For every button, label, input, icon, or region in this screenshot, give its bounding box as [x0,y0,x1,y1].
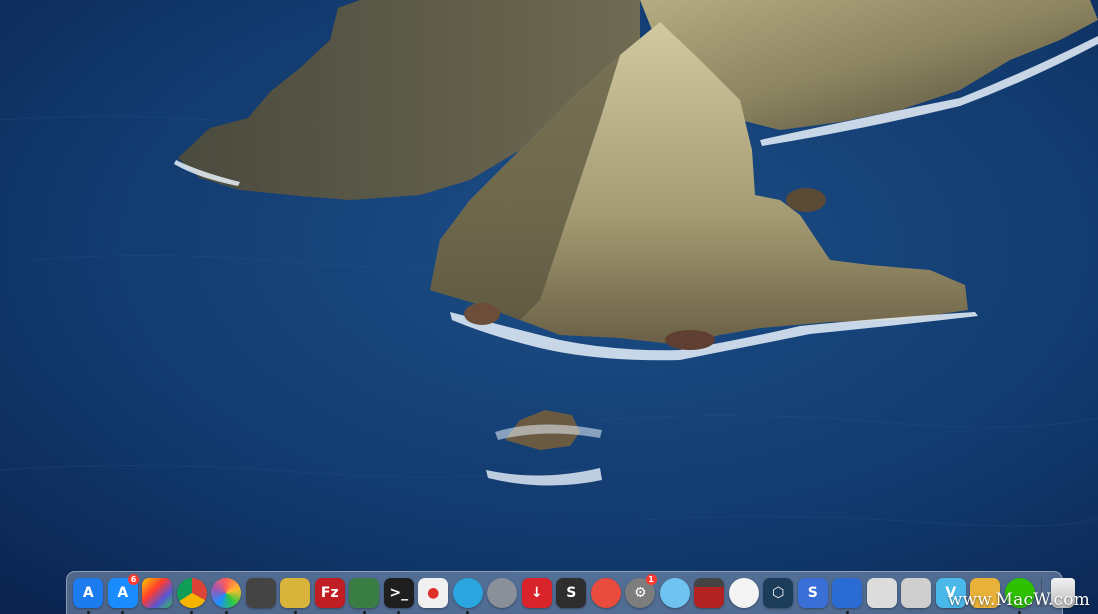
network-icon [901,578,932,608]
dock-item-sequel[interactable]: S [796,573,831,613]
filezilla-icon: Fz [314,578,345,608]
dock-item-glyph: A [117,585,129,601]
rocket-icon [487,578,518,608]
dock-item-screen-recorder[interactable]: ● [416,573,451,613]
dock-item-magnet[interactable] [589,573,624,613]
dock-item-glyph: ↓ [530,585,543,601]
dock-item-final-cut-pro[interactable] [140,573,175,613]
dock-item-photo-booth[interactable] [692,573,727,613]
chrome-icon [176,578,207,608]
window-icon [866,578,897,608]
dock-item-glyph: S [807,585,818,601]
dock-item-glyph: >_ [389,585,409,601]
film-reel-icon [245,578,276,608]
dock-item-hexagon-app[interactable]: ⬡ [761,573,796,613]
dock-item-window-manager[interactable] [865,573,900,613]
search-loop-icon [452,578,483,608]
recorder-icon: ● [418,578,449,608]
display-icon [349,578,380,608]
dock-item-glyph: ⚙ [633,585,647,601]
wallpaper-image [0,0,1098,614]
image-preview-icon [659,578,690,608]
sublime-icon: S [556,578,587,608]
dock-item-terminal[interactable]: >_ [382,573,417,614]
dock-item-parallels[interactable] [347,573,382,614]
xcode-icon: A [73,578,104,608]
dock-item-xcode[interactable]: A [71,573,106,614]
watermark-text: www.MacW.com [947,590,1090,610]
magnet-icon [590,578,621,608]
download-icon: ↓ [521,578,552,608]
dock-item-app-store[interactable]: A6 [106,573,141,614]
dock: A A 6 Fz >_ ● ↓ S ⚙ 1 ⬡ S V [66,571,1076,614]
dock-item-glyph: ⬡ [772,585,785,601]
pencil-icon [832,578,863,608]
dock-item-evernote[interactable] [727,573,762,613]
dock-item-pencil[interactable] [830,573,865,614]
desktop-wallpaper [0,0,1098,614]
dock-item-glyph: A [82,585,94,601]
pineapple-icon [280,578,311,608]
dock-item-glyph: ● [427,585,440,601]
dock-item-quicklook-search[interactable] [451,573,486,614]
terminal-icon: >_ [383,578,414,608]
notification-badge: 1 [645,574,657,585]
dock-item-glyph: S [566,585,577,601]
dock-item-launchpad[interactable] [485,573,520,613]
notification-badge: 6 [128,574,139,585]
color-wheel-icon [211,578,242,608]
s-app-icon: S [797,578,828,608]
dock-item-preview[interactable] [658,573,693,613]
dock-item-downie[interactable]: ↓ [520,573,555,613]
dock-item-network-utility[interactable] [899,573,934,613]
dock-item-glyph: Fz [320,585,339,601]
dock-item-color-picker[interactable] [209,573,244,614]
clapper-icon [142,578,173,608]
dock-item-google-chrome[interactable] [175,573,210,614]
hexagon-icon: ⬡ [763,578,794,608]
feather-icon [728,578,759,608]
dock-item-system-preferences[interactable]: ⚙ 1 [623,573,658,613]
photo-booth-icon [694,578,725,608]
dock-item-motion[interactable] [244,573,279,613]
dock-item-filezilla[interactable]: Fz [313,573,348,613]
dock-item-sublime-text[interactable]: S [554,573,589,613]
dock-item-cleanmymac[interactable] [278,573,313,614]
